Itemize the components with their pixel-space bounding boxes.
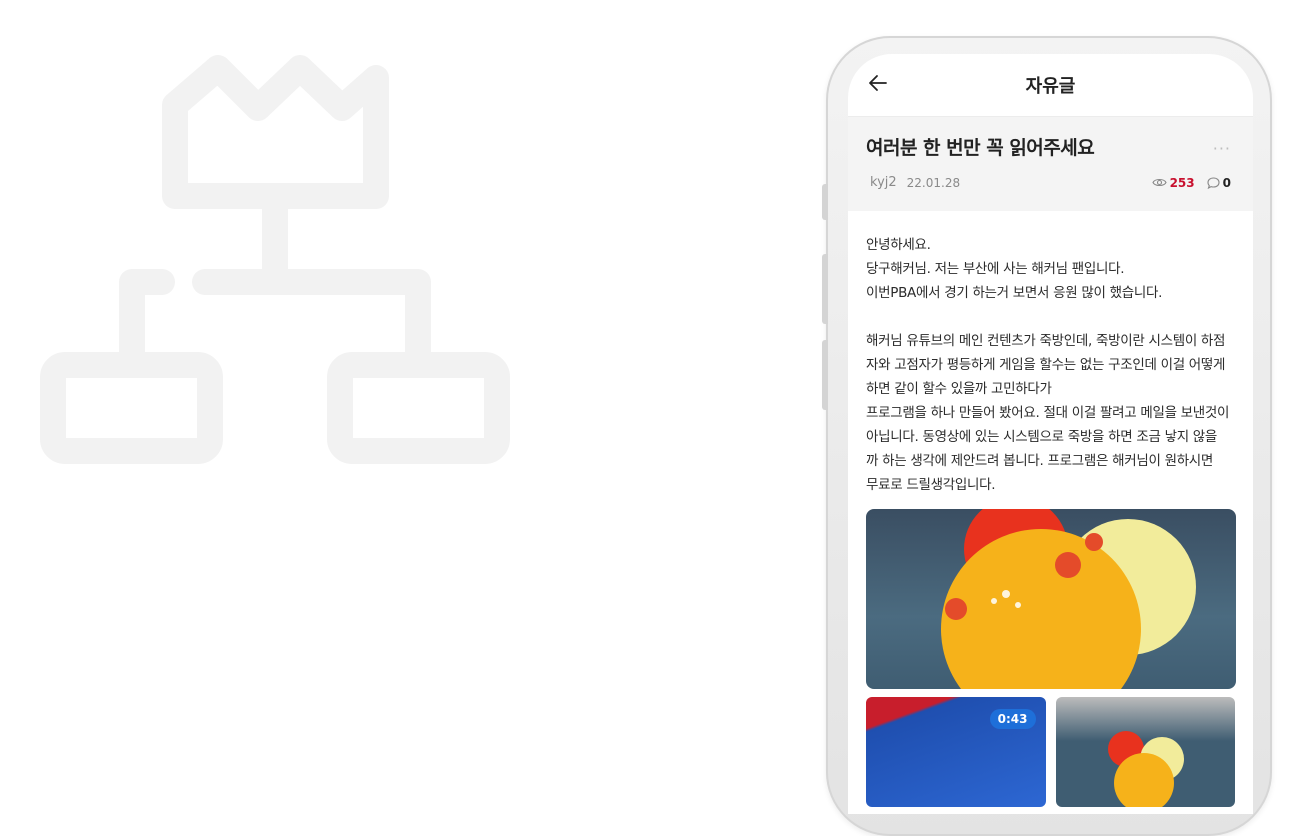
text-line: 해커님 유튜브의 메인 컨텐츠가 죽방인데, 죽방이란 시스템이 하점: [866, 333, 1226, 349]
text-line: 무료로 드릴생각입니다.: [866, 477, 996, 493]
phone-side-button: [822, 184, 828, 220]
text-line: 프로그램을 하나 만들어 봤어요. 절대 이걸 팔려고 메일을 보낸것이: [866, 405, 1230, 421]
text-line: 안녕하세요.: [866, 237, 931, 253]
app-header: 자유글: [848, 54, 1253, 117]
phone-side-button: [822, 254, 828, 324]
text-line: 자와 고점자가 평등하게 게임을 할수는 없는 구조인데 이걸 어떻게: [866, 357, 1226, 373]
post-stats: 253 0: [1151, 175, 1231, 190]
text-line: 이번PBA에서 경기 하는거 보면서 응원 많이 했습니다.: [866, 285, 1163, 301]
post-meta: kyj2 22.01.28 253 0: [870, 175, 1231, 190]
photo-thumbnail[interactable]: [1055, 697, 1235, 807]
text-line: 아닙니다. 동영상에 있는 시스템으로 죽방을 하면 조금 낳지 않을: [866, 429, 1218, 445]
comment-count-value: 0: [1222, 175, 1231, 190]
author-name[interactable]: kyj2: [870, 175, 897, 190]
post-main-image[interactable]: [866, 509, 1236, 689]
phone-side-button: [822, 340, 828, 410]
page-title: 자유글: [1025, 76, 1076, 97]
phone-screen: 자유글 여러분 한 번만 꼭 읽어주세요 ··· kyj2 22.01.28 2…: [848, 54, 1253, 814]
view-count: 253: [1151, 175, 1195, 190]
video-duration-badge: 0:43: [989, 709, 1036, 729]
post-date: 22.01.28: [906, 175, 961, 190]
text-line: 당구해커님. 저는 부산에 사는 해커님 팬입니다.: [866, 261, 1125, 277]
post-header: 여러분 한 번만 꼭 읽어주세요 ··· kyj2 22.01.28 253 0: [848, 117, 1253, 211]
speech-bubble-icon: [1207, 176, 1220, 189]
post-thumbnails: 0:43: [866, 697, 1235, 807]
billiard-balls-image: [941, 509, 1196, 689]
post-paragraph: 해커님 유튜브의 메인 컨텐츠가 죽방인데, 죽방이란 시스템이 하점 자와 고…: [866, 329, 1235, 497]
view-count-value: 253: [1169, 175, 1195, 190]
video-thumbnail[interactable]: 0:43: [866, 697, 1046, 807]
text-line: 까 하는 생각에 제안드려 봅니다. 프로그램은 해커님이 원하시면: [866, 453, 1214, 469]
post-body: 안녕하세요. 당구해커님. 저는 부산에 사는 해커님 팬입니다. 이번PBA에…: [848, 211, 1253, 807]
post-title: 여러분 한 번만 꼭 읽어주세요: [866, 137, 1095, 159]
billiard-balls-thumbnail: [1107, 731, 1184, 807]
post-paragraph: 안녕하세요. 당구해커님. 저는 부산에 사는 해커님 팬입니다. 이번PBA에…: [866, 233, 1235, 305]
arrow-left-icon[interactable]: [866, 71, 890, 95]
text-line: 하면 같이 할수 있을까 고민하다가: [866, 381, 1052, 397]
eye-icon: [1151, 178, 1167, 187]
sitemap-icon: [40, 55, 510, 464]
comment-count[interactable]: 0: [1207, 176, 1231, 190]
more-dots-icon[interactable]: ···: [1213, 139, 1231, 158]
